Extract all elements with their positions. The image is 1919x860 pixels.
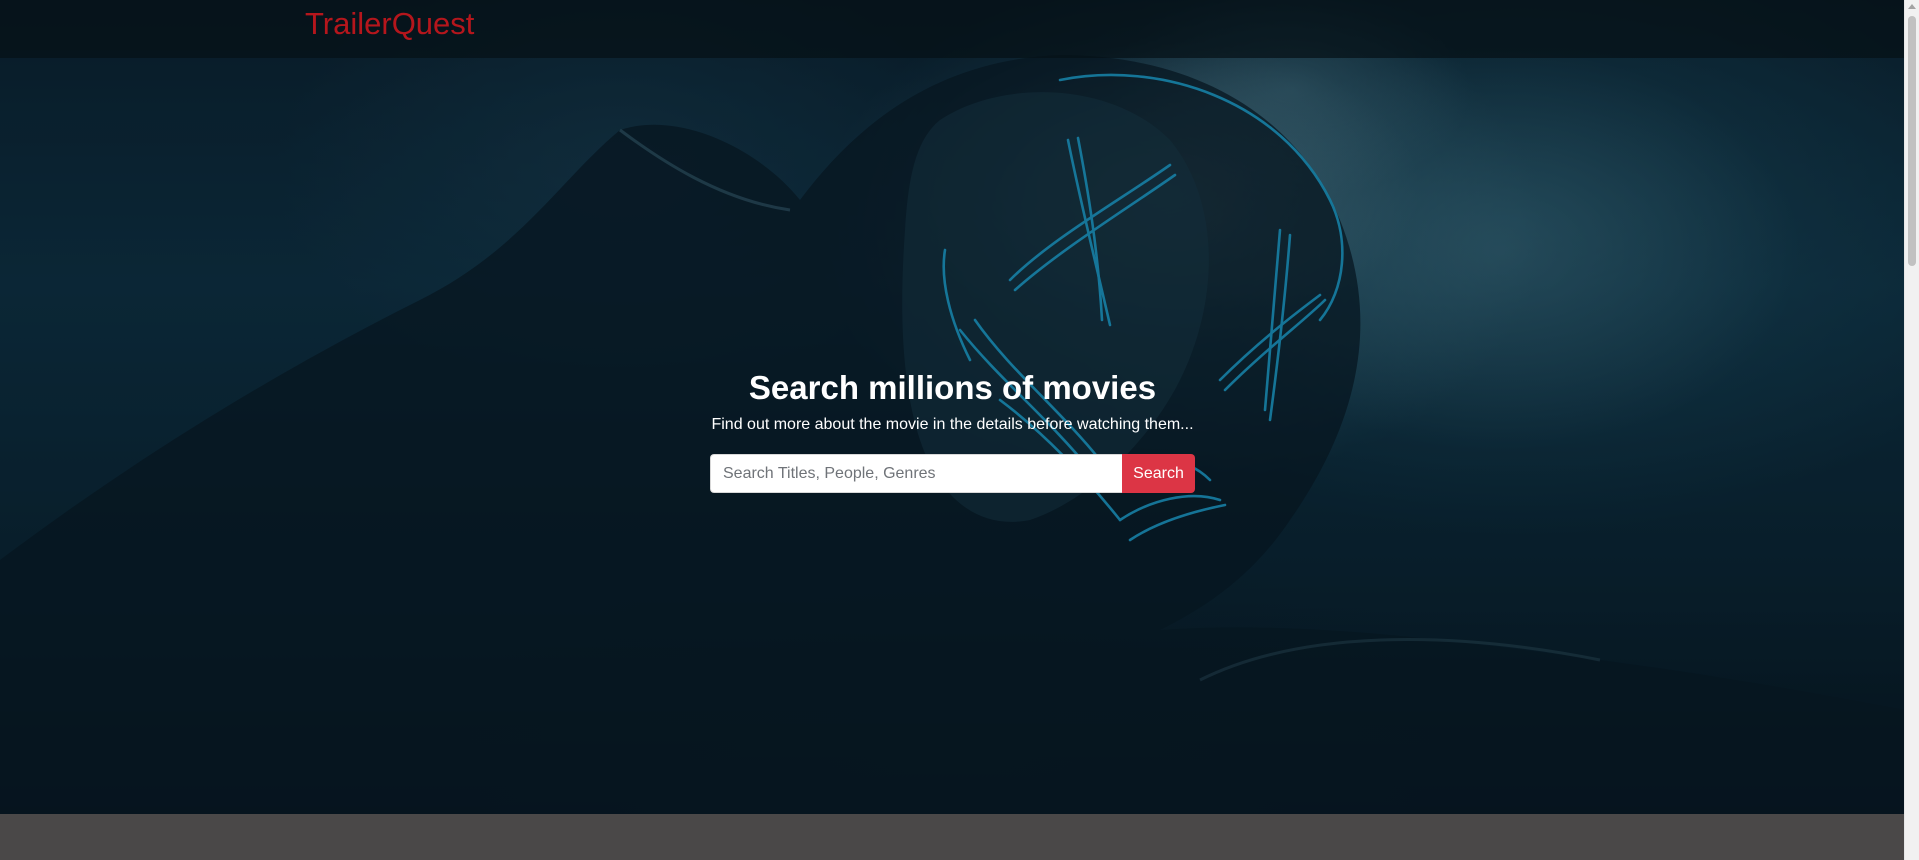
brand-logo[interactable]: TrailerQuest	[305, 6, 474, 42]
search-input[interactable]	[710, 454, 1122, 493]
hero-subtitle: Find out more about the movie in the det…	[711, 416, 1194, 433]
search-form: Search	[710, 454, 1195, 493]
navbar: TrailerQuest	[0, 0, 1905, 58]
hero-content: Search millions of movies Find out more …	[0, 366, 1905, 436]
page: TrailerQuest Search millions of movies F…	[0, 0, 1919, 860]
bottom-section	[0, 814, 1905, 860]
hero-title: Search millions of movies	[748, 369, 1157, 406]
vertical-scrollbar[interactable]	[1904, 0, 1919, 860]
scroll-up-arrow-icon[interactable]	[1908, 4, 1916, 9]
search-button[interactable]: Search	[1122, 454, 1195, 493]
scrollbar-thumb[interactable]	[1908, 16, 1916, 266]
